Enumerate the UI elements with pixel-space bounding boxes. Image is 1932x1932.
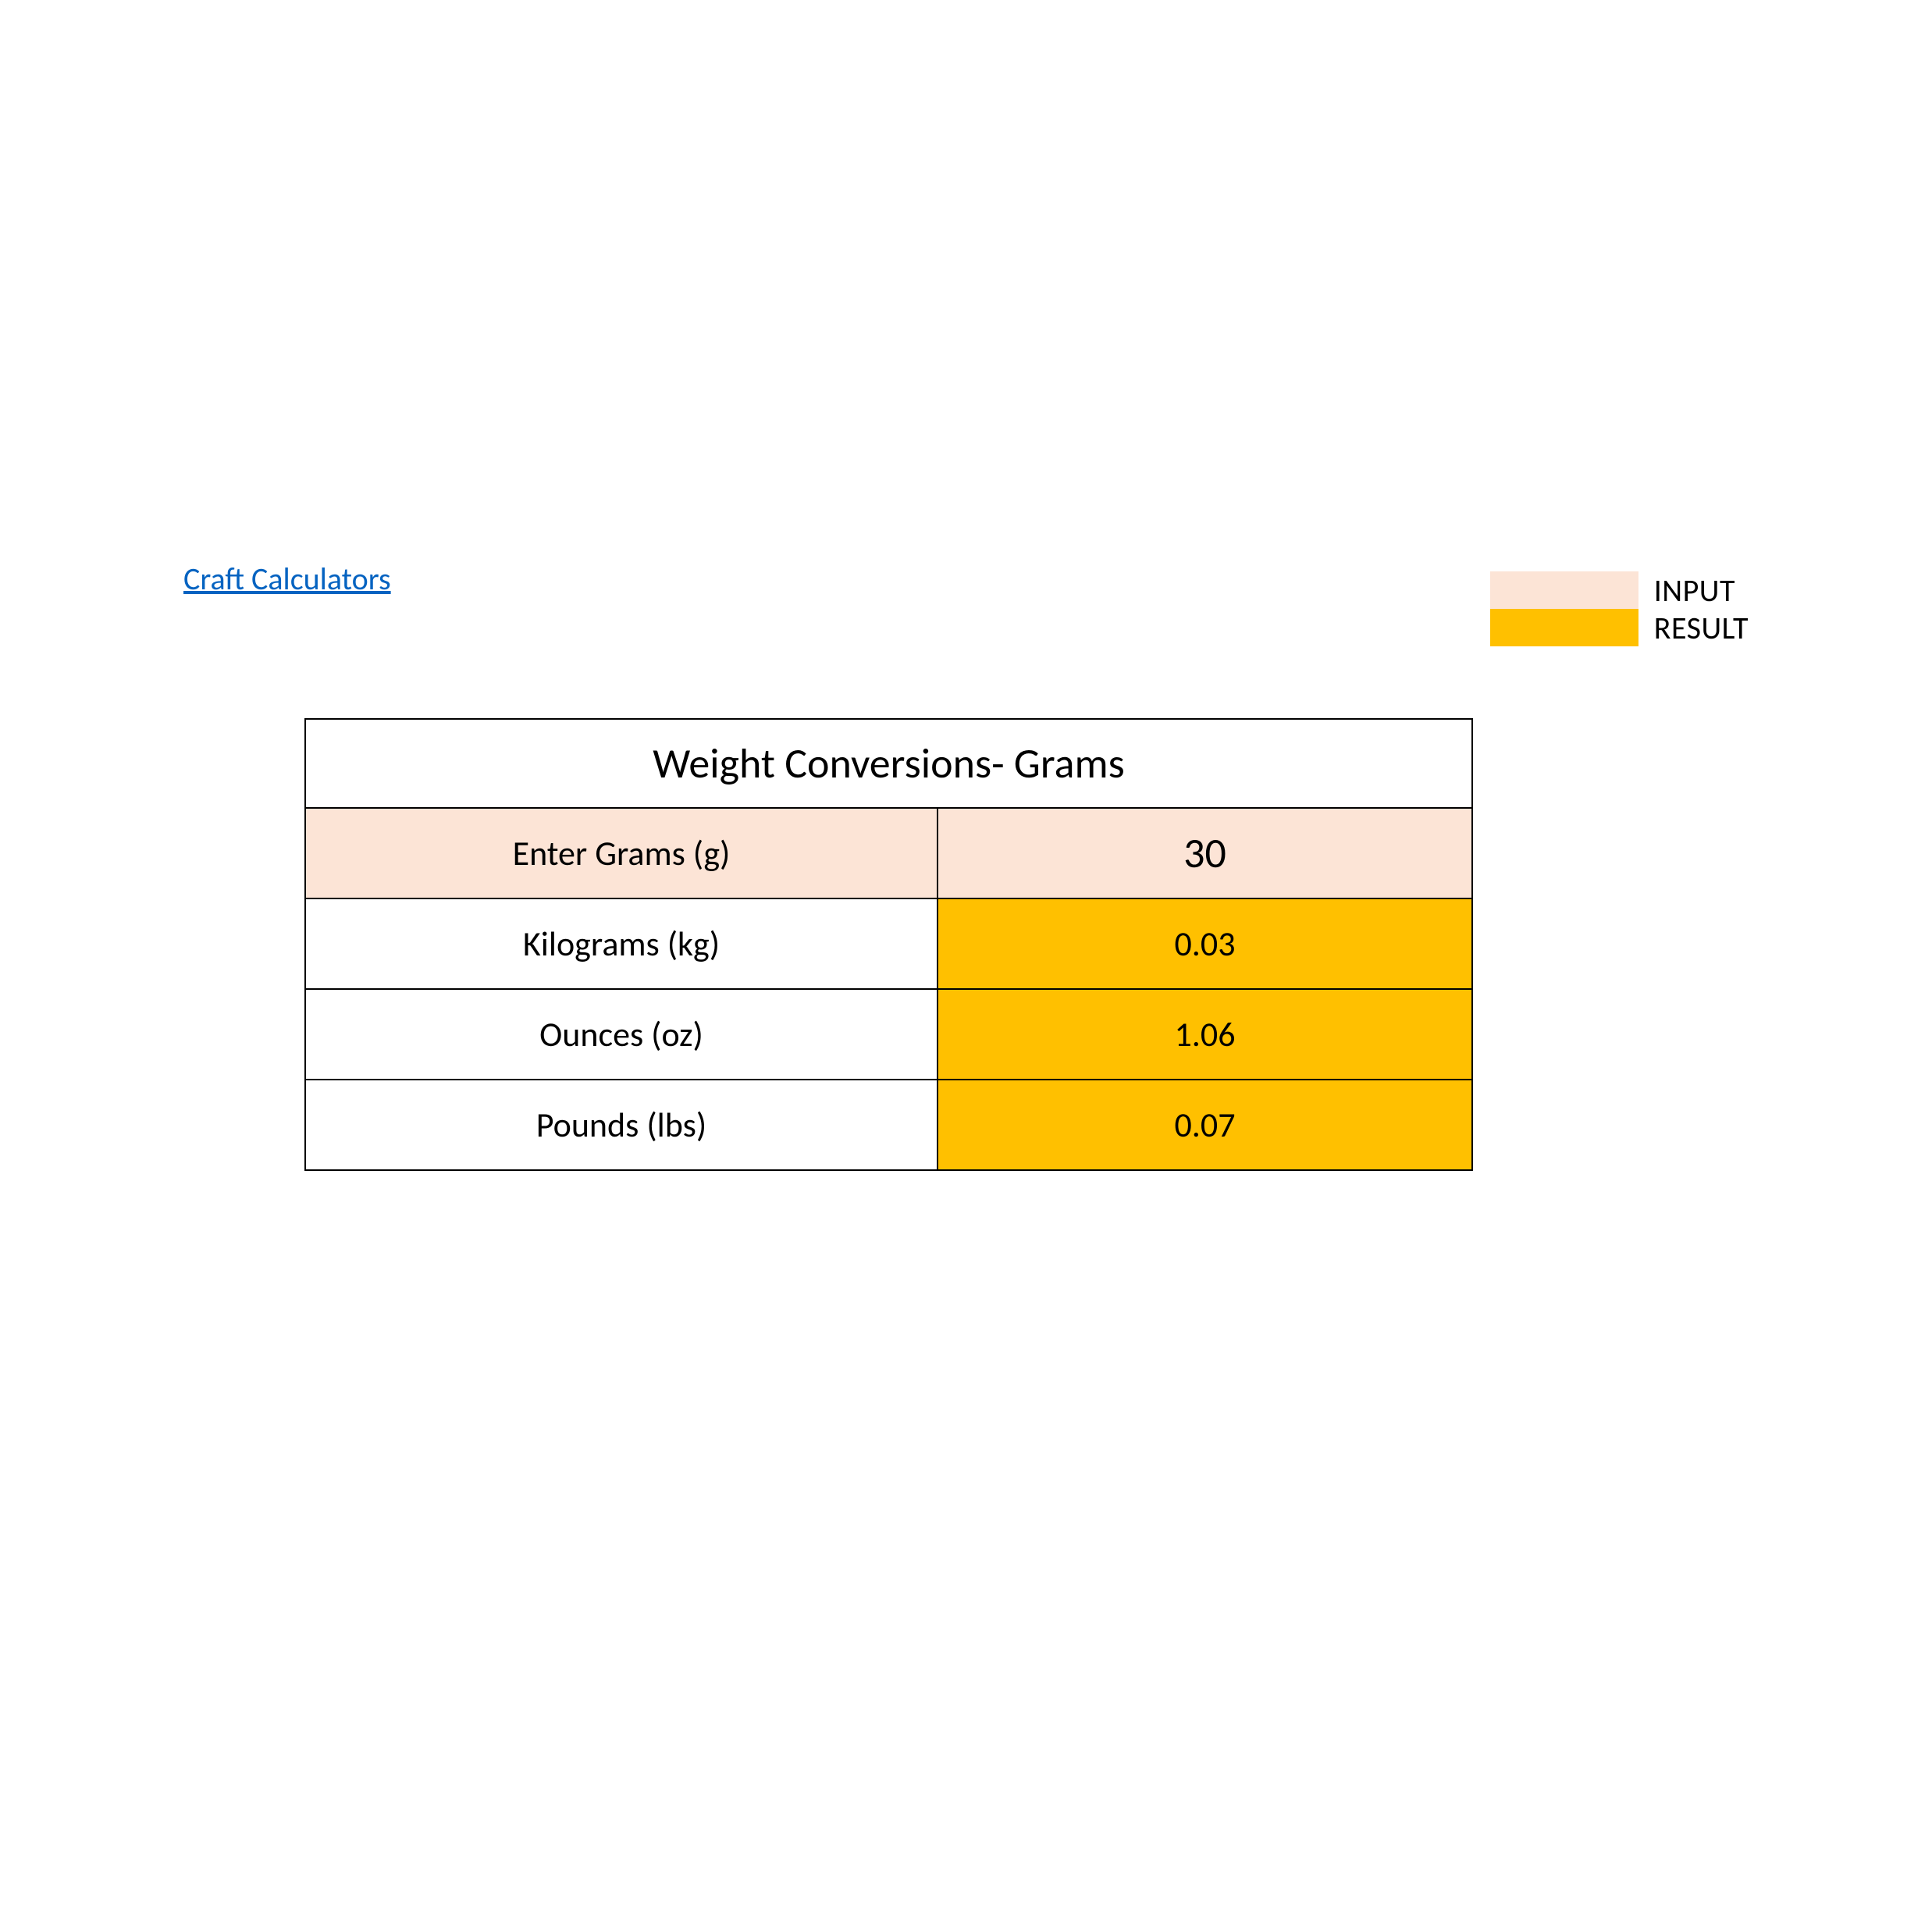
label-enter-grams: Enter Grams (g): [305, 808, 938, 898]
legend-row-input: INPUT: [1490, 571, 1749, 609]
input-grams-value[interactable]: 30: [938, 808, 1472, 898]
legend: INPUT RESULT: [1490, 571, 1749, 646]
legend-label-input: INPUT: [1638, 571, 1735, 610]
table-title: Weight Conversions- Grams: [305, 719, 1472, 808]
row-enter-grams: Enter Grams (g) 30: [305, 808, 1472, 898]
value-ounces: 1.06: [938, 989, 1472, 1080]
craft-calculators-link[interactable]: Craft Calculators: [183, 560, 391, 598]
label-kilograms: Kilograms (kg): [305, 898, 938, 989]
legend-label-result: RESULT: [1638, 609, 1749, 647]
conversion-table: Weight Conversions- Grams Enter Grams (g…: [304, 718, 1473, 1171]
row-kilograms: Kilograms (kg) 0.03: [305, 898, 1472, 989]
value-pounds: 0.07: [938, 1080, 1472, 1170]
row-pounds: Pounds (lbs) 0.07: [305, 1080, 1472, 1170]
page: Craft Calculators INPUT RESULT Weight Co…: [0, 0, 1932, 1932]
value-kilograms: 0.03: [938, 898, 1472, 989]
row-ounces: Ounces (oz) 1.06: [305, 989, 1472, 1080]
label-pounds: Pounds (lbs): [305, 1080, 938, 1170]
legend-row-result: RESULT: [1490, 609, 1749, 646]
legend-swatch-result: [1490, 609, 1638, 646]
legend-swatch-input: [1490, 571, 1638, 609]
label-ounces: Ounces (oz): [305, 989, 938, 1080]
